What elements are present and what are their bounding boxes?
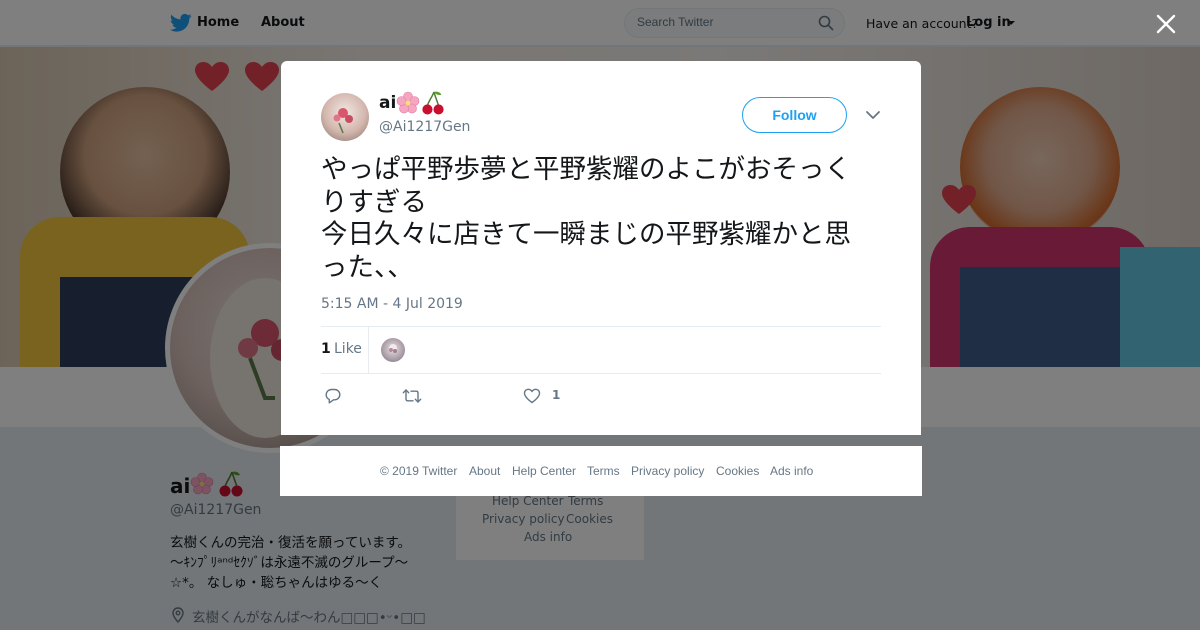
tweet-text-line: った、、 <box>321 251 414 283</box>
sakura-emoji-icon <box>396 91 420 114</box>
cherry-emoji-icon <box>422 91 444 115</box>
likes-label[interactable]: Like <box>334 341 362 357</box>
heart-icon[interactable] <box>523 387 541 405</box>
tweet-text-line: やっぱ平野歩夢と平野紫耀のよこがおそっく <box>321 154 851 185</box>
tweet-text-line: 今日久々に店きて一瞬まじの平野紫耀かと思 <box>321 219 851 250</box>
footer-about-link[interactable]: About <box>469 464 500 478</box>
close-icon[interactable] <box>1154 12 1178 36</box>
footer-cookies-link[interactable]: Cookies <box>716 464 759 478</box>
tweet-author-handle[interactable]: @Ai1217Gen <box>379 119 470 135</box>
author-avatar-image <box>333 108 353 134</box>
tweet-modal: ai @Ai1217Gen Follow やっぱ平野歩夢と平野紫耀のよこがおそっ… <box>281 61 921 435</box>
stats-divider <box>368 327 369 373</box>
footer-copyright: © 2019 Twitter <box>380 464 458 478</box>
chevron-down-icon[interactable] <box>865 108 881 122</box>
footer-help-center-link[interactable]: Help Center <box>512 464 576 478</box>
footer-ads-info-link[interactable]: Ads info <box>770 464 813 478</box>
liker-avatar-image <box>389 344 397 353</box>
footer-terms-link[interactable]: Terms <box>587 464 620 478</box>
follow-button[interactable]: Follow <box>742 97 847 133</box>
tweet-stats: 1 Like <box>321 326 881 374</box>
tweet-author-name[interactable]: ai <box>379 93 396 113</box>
likes-count[interactable]: 1 <box>321 341 331 357</box>
modal-footer: © 2019 Twitter About Help Center Terms P… <box>280 446 922 496</box>
footer-privacy-link[interactable]: Privacy policy <box>631 464 704 478</box>
tweet-author-avatar[interactable] <box>321 93 369 141</box>
tweet-text-line: りすぎる <box>321 186 427 218</box>
action-like-count: 1 <box>552 388 561 402</box>
retweet-icon[interactable] <box>402 387 422 405</box>
tweet-actions: 1 <box>321 383 621 407</box>
liker-avatar[interactable] <box>381 338 405 362</box>
tweet-text: やっぱ平野歩夢と平野紫耀のよこがおそっく りすぎる 今日久々に店きて一瞬まじの平… <box>321 154 886 284</box>
tweet-timestamp[interactable]: 5:15 AM - 4 Jul 2019 <box>321 296 463 312</box>
reply-icon[interactable] <box>324 387 342 405</box>
